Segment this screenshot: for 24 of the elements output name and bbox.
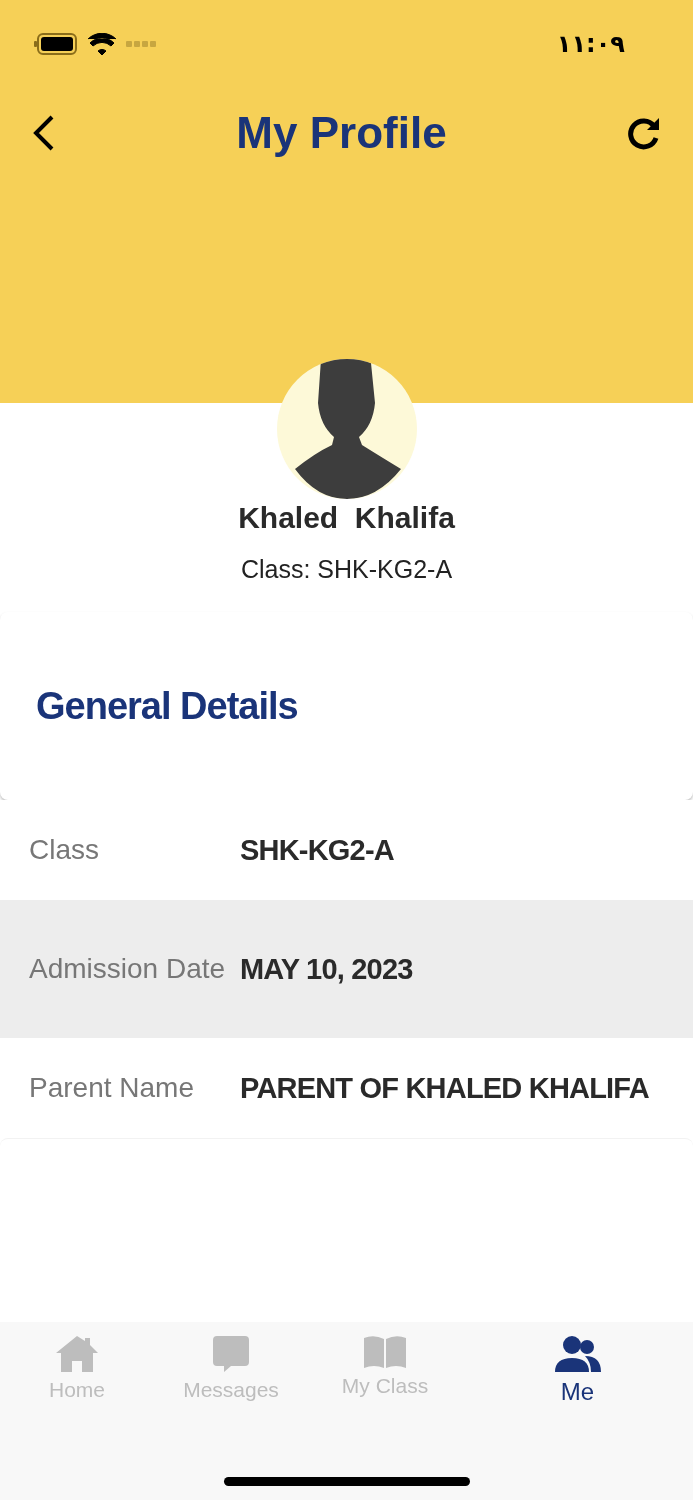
tab[interactable]: My Class (308, 1336, 462, 1398)
student-class: Class: SHK-KG2-A (239, 555, 454, 584)
users-icon (554, 1336, 601, 1372)
wifi-icon (88, 33, 116, 55)
detail-value: MAY 10, 2023 (240, 952, 414, 986)
detail-label: Parent Name (29, 1071, 195, 1105)
section-title: General Details (36, 684, 298, 728)
tab[interactable]: Me (462, 1336, 693, 1406)
detail-value: PARENT OF KHALED KHALIFA (240, 1071, 650, 1105)
student-name: Khaled Khalifa (237, 501, 456, 535)
battery-icon (34, 33, 78, 55)
tab[interactable]: Messages (154, 1336, 308, 1402)
page-title: My Profile (236, 108, 447, 158)
refresh-button[interactable] (627, 116, 661, 150)
tab[interactable]: Home (0, 1336, 154, 1402)
signal-icon (126, 40, 156, 48)
book-icon (364, 1336, 406, 1368)
status-time: ١١:٠٩ (556, 30, 625, 58)
home-icon (56, 1336, 98, 1372)
detail-label: Class (29, 833, 100, 867)
detail-label: Admission Date (29, 952, 227, 986)
detail-value: SHK-KG2-A (240, 833, 395, 867)
speech-bubble-icon (213, 1336, 249, 1372)
back-button[interactable] (32, 115, 56, 151)
